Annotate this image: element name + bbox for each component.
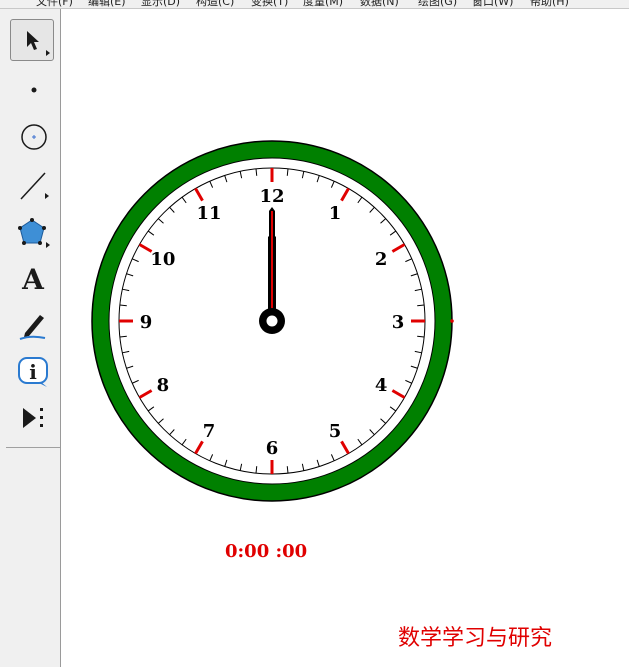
text-icon: A <box>21 263 45 296</box>
info-tool-label: i <box>29 360 37 384</box>
watermark: 数学学习与研究 <box>398 626 553 651</box>
menu-item[interactable]: 窗口(W) <box>472 0 513 8</box>
polygon-tool[interactable] <box>9 212 53 252</box>
custom-tool[interactable] <box>9 397 53 437</box>
clock-number: 2 <box>375 249 388 270</box>
polygon-icon <box>18 218 50 248</box>
menu-item[interactable]: 文件(F) <box>36 0 73 8</box>
menu-item[interactable]: 绘图(G) <box>418 0 457 8</box>
text-tool-label: A <box>21 263 45 296</box>
custom-tool-icon <box>23 408 43 428</box>
marker-icon <box>19 315 46 340</box>
straightedge-tool[interactable] <box>9 164 53 204</box>
toolbox-separator <box>6 447 60 448</box>
arrow-icon <box>27 31 50 56</box>
clock[interactable]: 121234567891011 <box>61 9 629 667</box>
clock-hub-center <box>266 315 278 327</box>
rim-point <box>450 319 454 323</box>
menu-item[interactable]: 构造(C) <box>196 0 234 8</box>
clock-number: 8 <box>157 375 170 396</box>
point-tool[interactable] <box>9 68 53 108</box>
marker-tool[interactable] <box>9 305 53 345</box>
clock-number: 10 <box>150 249 175 270</box>
toolbox: A i <box>0 9 61 667</box>
clock-number: 4 <box>375 375 388 396</box>
arrow-tool[interactable] <box>10 19 54 61</box>
menu-item[interactable]: 数据(N) <box>360 0 399 8</box>
point-icon <box>31 87 37 93</box>
clock-number: 5 <box>329 421 342 442</box>
menu-bar: 文件(F) 编辑(E) 显示(D) 构造(C) 变换(T) 度量(M) 数据(N) 绘图(G)… <box>0 0 629 9</box>
minute-hand[interactable] <box>269 207 275 321</box>
line-icon <box>20 172 49 200</box>
sketch-canvas[interactable]: 12 1 2 3 4 5 6 7 8 9 10 11 <box>61 9 629 667</box>
menu-item[interactable]: 度量(M) <box>303 0 343 8</box>
text-tool[interactable]: A <box>9 258 53 298</box>
menu-item[interactable]: 显示(D) <box>141 0 180 8</box>
menu-item[interactable]: 编辑(E) <box>88 0 126 8</box>
menu-item[interactable]: 变换(T) <box>251 0 288 8</box>
clock-number: 3 <box>392 312 405 333</box>
clock-number: 6 <box>266 438 279 459</box>
menu-item[interactable]: 帮助(H) <box>530 0 569 8</box>
time-readout[interactable]: 0:00 :00 <box>225 541 307 562</box>
info-icon: i <box>18 357 48 387</box>
clock-number: 11 <box>196 203 221 224</box>
compass-tool[interactable] <box>9 116 53 156</box>
clock-number: 7 <box>203 421 216 442</box>
clock-number: 1 <box>329 203 342 224</box>
information-tool[interactable]: i <box>9 351 53 391</box>
circle-icon <box>21 124 47 150</box>
clock-number: 9 <box>140 312 153 333</box>
clock-number: 12 <box>259 186 284 207</box>
